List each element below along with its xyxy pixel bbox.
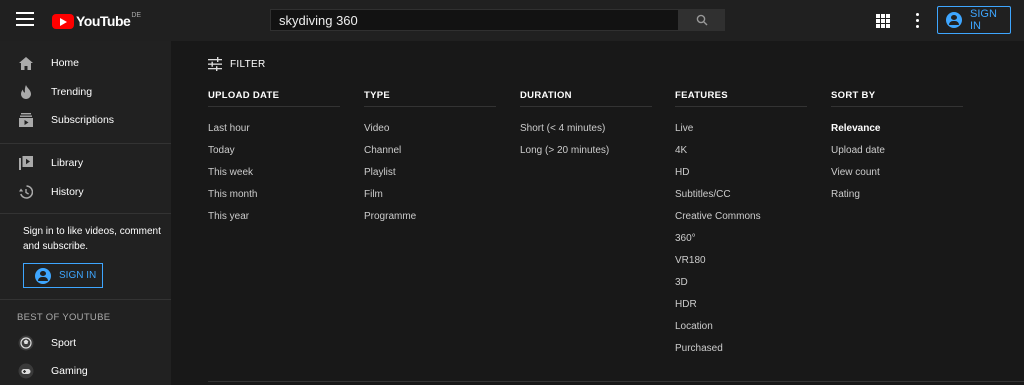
filter-option[interactable]: HDR	[675, 299, 807, 321]
sidebar-divider	[0, 143, 171, 144]
sort-option[interactable]: Upload date	[831, 145, 963, 167]
filter-option[interactable]: This month	[208, 189, 340, 211]
filter-option[interactable]: Long (> 20 minutes)	[520, 145, 652, 167]
sidebar-divider	[0, 299, 171, 300]
column-divider	[675, 106, 807, 107]
filter-option[interactable]: 360°	[675, 233, 807, 255]
sidebar-item-library[interactable]: Library	[0, 149, 171, 177]
filter-option[interactable]: Creative Commons	[675, 211, 807, 233]
filter-option[interactable]: 3D	[675, 277, 807, 299]
sidebar-item-sport[interactable]: Sport	[0, 329, 171, 357]
filter-option[interactable]: Location	[675, 321, 807, 343]
account-icon	[946, 12, 962, 28]
history-icon	[18, 184, 34, 200]
youtube-play-icon	[52, 13, 74, 29]
hamburger-menu-icon[interactable]	[16, 12, 34, 26]
sidebar-item-subscriptions[interactable]: Subscriptions	[0, 106, 171, 134]
flame-icon	[18, 84, 34, 100]
gaming-icon	[18, 363, 34, 379]
sport-icon	[18, 335, 34, 351]
subscriptions-icon	[18, 112, 34, 128]
filter-option[interactable]: This week	[208, 167, 340, 189]
column-title: DURATION	[520, 90, 572, 101]
filter-option[interactable]: Last hour	[208, 123, 340, 145]
sidebar-item-label: Home	[51, 57, 80, 69]
account-icon	[35, 267, 51, 284]
column-divider	[364, 106, 496, 107]
search-input[interactable]: skydiving 360	[270, 9, 679, 31]
filter-option[interactable]: Video	[364, 123, 496, 145]
filter-sliders-icon	[208, 57, 222, 71]
top-bar: YouTube DE skydiving 360 SIGN IN	[0, 0, 1024, 41]
filter-option[interactable]: Subtitles/CC	[675, 189, 807, 211]
filter-column-sort-by: SORT BY Relevance Upload date View count…	[831, 90, 963, 211]
filter-column-features: FEATURES Live 4K HD Subtitles/CC Creativ…	[675, 90, 807, 365]
search-icon	[696, 14, 708, 26]
sign-in-label: SIGN IN	[970, 8, 997, 32]
filter-option[interactable]: 4K	[675, 145, 807, 167]
filter-option[interactable]: Purchased	[675, 343, 807, 365]
sidebar-item-label: Trending	[51, 86, 93, 98]
sign-in-button[interactable]: SIGN IN	[937, 6, 1011, 34]
column-title: UPLOAD DATE	[208, 90, 280, 101]
home-icon	[18, 55, 34, 71]
sign-in-prompt: Sign in to like videos, comment and subs…	[23, 226, 161, 252]
filter-option[interactable]: HD	[675, 167, 807, 189]
sidebar-divider	[0, 213, 171, 214]
column-title: FEATURES	[675, 90, 728, 101]
filter-option[interactable]: Short (< 4 minutes)	[520, 123, 652, 145]
sidebar-item-history[interactable]: History	[0, 178, 171, 206]
more-options-icon[interactable]	[916, 13, 920, 29]
filter-option[interactable]: Live	[675, 123, 807, 145]
column-divider	[831, 106, 963, 107]
filter-option[interactable]: Playlist	[364, 167, 496, 189]
region-code: DE	[131, 11, 142, 19]
sidebar-sign-in-button[interactable]: SIGN IN	[23, 263, 103, 288]
sort-option[interactable]: View count	[831, 167, 963, 189]
logo-text: YouTube	[76, 13, 131, 29]
youtube-logo[interactable]: YouTube DE	[52, 11, 142, 29]
sign-in-label: SIGN IN	[59, 270, 97, 281]
column-divider	[520, 106, 652, 107]
column-title: SORT BY	[831, 90, 876, 101]
search-button[interactable]	[679, 9, 725, 31]
sidebar-item-gaming[interactable]: Gaming	[0, 357, 171, 385]
sort-option-selected[interactable]: Relevance	[831, 123, 963, 145]
sort-option[interactable]: Rating	[831, 189, 963, 211]
filter-button[interactable]: FILTER	[208, 57, 266, 71]
column-title: TYPE	[364, 90, 391, 101]
filter-column-duration: DURATION Short (< 4 minutes) Long (> 20 …	[520, 90, 652, 167]
sidebar: Home Trending Subscriptions Library Hist…	[0, 41, 171, 385]
results-divider	[208, 381, 1024, 382]
best-of-youtube-title: BEST OF YOUTUBE	[17, 312, 111, 323]
sidebar-item-label: Gaming	[51, 365, 88, 377]
filter-option[interactable]: Today	[208, 145, 340, 167]
filter-option[interactable]: Film	[364, 189, 496, 211]
sidebar-item-home[interactable]: Home	[0, 49, 171, 77]
filter-column-upload-date: UPLOAD DATE Last hour Today This week Th…	[208, 90, 340, 233]
filter-option[interactable]: This year	[208, 211, 340, 233]
sidebar-item-label: Subscriptions	[51, 114, 115, 126]
filter-option[interactable]: Channel	[364, 145, 496, 167]
sidebar-item-label: History	[51, 186, 84, 198]
library-icon	[18, 155, 34, 171]
column-divider	[208, 106, 340, 107]
filter-label: FILTER	[230, 58, 266, 70]
sidebar-item-label: Sport	[51, 337, 77, 349]
apps-grid-icon[interactable]	[876, 14, 890, 28]
sidebar-item-trending[interactable]: Trending	[0, 78, 171, 106]
filter-option[interactable]: Programme	[364, 211, 496, 233]
sidebar-item-label: Library	[51, 157, 84, 169]
filter-option[interactable]: VR180	[675, 255, 807, 277]
filter-column-type: TYPE Video Channel Playlist Film Program…	[364, 90, 496, 233]
